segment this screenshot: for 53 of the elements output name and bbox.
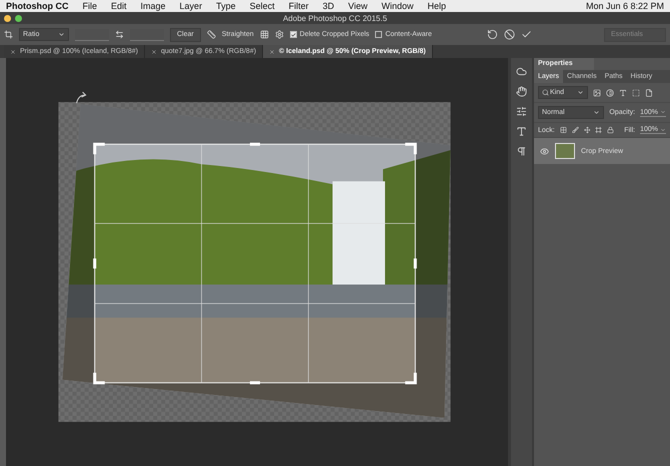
chevron-down-icon xyxy=(577,89,584,96)
crop-tool-icon[interactable] xyxy=(4,30,13,39)
menu-item[interactable]: Image xyxy=(140,0,166,12)
menu-item[interactable]: Help xyxy=(427,0,446,12)
chevron-down-icon xyxy=(593,109,600,116)
minimize-button[interactable] xyxy=(4,14,11,22)
adjustment-filter-icon[interactable] xyxy=(606,88,614,96)
photo-placeholder xyxy=(555,143,575,159)
straighten-icon[interactable] xyxy=(206,30,216,39)
close-icon[interactable] xyxy=(151,48,157,54)
close-icon[interactable] xyxy=(10,48,16,54)
chevron-down-icon xyxy=(660,109,666,115)
swap-icon[interactable] xyxy=(115,30,124,39)
image-filter-icon[interactable] xyxy=(593,88,601,96)
menu-item[interactable]: Type xyxy=(216,0,236,12)
hand-icon[interactable] xyxy=(516,86,527,97)
app-menu[interactable]: Photoshop CC xyxy=(6,0,68,12)
window-title: Adobe Photoshop CC 2015.5 xyxy=(282,14,388,22)
paragraph-icon[interactable] xyxy=(516,146,527,157)
lock-icon[interactable] xyxy=(607,126,614,134)
menu-item[interactable]: Layer xyxy=(180,0,202,12)
clock: Mon Jun 6 8:22 PM xyxy=(586,0,664,12)
settings-icon[interactable] xyxy=(274,30,284,39)
commit-icon[interactable] xyxy=(521,29,532,40)
chevron-down-icon xyxy=(660,126,666,132)
menu-item[interactable]: Filter xyxy=(288,0,309,12)
grid-overlay-icon[interactable] xyxy=(260,30,269,39)
crop-frame[interactable] xyxy=(93,142,417,384)
type-filter-icon[interactable] xyxy=(619,88,627,96)
menu-item[interactable]: View xyxy=(348,0,368,12)
eye-icon[interactable] xyxy=(540,146,549,156)
cloud-icon[interactable] xyxy=(516,66,527,77)
zoom-button[interactable] xyxy=(15,14,22,22)
menu-item[interactable]: 3D xyxy=(322,0,334,12)
type-icon[interactable] xyxy=(516,126,527,137)
smart-object-filter-icon[interactable] xyxy=(645,88,653,96)
move-icon[interactable] xyxy=(584,126,590,134)
close-icon[interactable] xyxy=(269,48,276,54)
cancel-icon[interactable] xyxy=(504,29,515,40)
search-icon xyxy=(542,89,549,96)
frame-icon[interactable] xyxy=(595,126,602,134)
reset-icon[interactable] xyxy=(487,29,498,40)
sliders-icon[interactable] xyxy=(516,106,527,117)
menu-item[interactable]: Window xyxy=(381,0,414,12)
menu-item[interactable]: Select xyxy=(250,0,275,12)
menu-item[interactable]: Edit xyxy=(111,0,127,12)
brush-icon[interactable] xyxy=(572,126,579,134)
rotate-cursor-icon xyxy=(76,92,86,104)
lock-pixels-icon[interactable] xyxy=(560,126,567,134)
chevron-down-icon xyxy=(58,31,65,38)
checkbox[interactable] xyxy=(375,31,382,38)
checkbox[interactable] xyxy=(290,31,297,38)
menu-item[interactable]: File xyxy=(82,0,98,12)
